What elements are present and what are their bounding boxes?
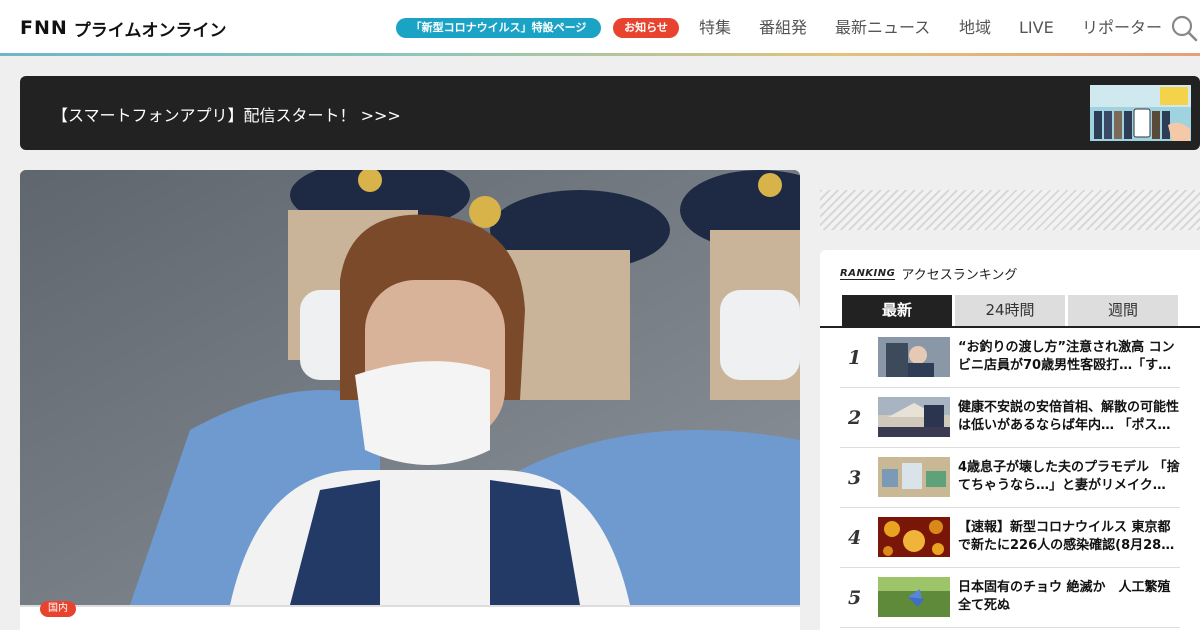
rank-number: 5 <box>848 587 862 609</box>
search-icon[interactable] <box>1170 14 1198 42</box>
app-banner[interactable]: 【スマートフォンアプリ】配信スタート！ >>> <box>20 76 1200 150</box>
rank-thumbnail <box>878 337 950 377</box>
rank-headline: 健康不安説の安倍首相、解散の可能性は低いがあるならば年内… 「ポス… <box>958 400 1180 433</box>
ranking-item[interactable]: 3 4歳息子が壊した夫のプラモデル 「捨てちゃうなら…」と妻がリメイク… <box>840 448 1180 508</box>
ranking-panel: RANKING アクセスランキング 最新 24時間 週間 1 “お釣りの渡し方”… <box>820 250 1200 630</box>
corona-special-link[interactable]: 「新型コロナウイルス」特設ページ <box>396 18 601 38</box>
ranking-item[interactable]: 5 日本固有のチョウ 絶滅か 人工繁殖 全て死ぬ <box>840 568 1180 628</box>
logo-fnn: FNN <box>20 17 68 39</box>
rank-thumbnail <box>878 517 950 557</box>
ranking-tabs: 最新 24時間 週間 <box>842 295 1180 326</box>
hero-caption-area <box>20 605 800 630</box>
tab-weekly[interactable]: 週間 <box>1068 295 1178 326</box>
nav-features[interactable]: 特集 <box>699 18 731 38</box>
ranking-item[interactable]: 4 【速報】新型コロナウイルス 東京都で新たに226人の感染確認(8月28日) <box>840 508 1180 568</box>
rank-number: 2 <box>848 407 862 429</box>
tab-24h[interactable]: 24時間 <box>955 295 1065 326</box>
app-banner-text: 【スマートフォンアプリ】配信スタート！ >>> <box>52 106 401 125</box>
nav-programs[interactable]: 番組発 <box>759 18 807 38</box>
notice-link[interactable]: お知らせ <box>613 18 679 38</box>
ad-placeholder <box>820 190 1200 230</box>
rank-headline: 【速報】新型コロナウイルス 東京都で新たに226人の感染確認(8月28日) <box>958 520 1171 553</box>
app-banner-image <box>1090 85 1191 141</box>
tab-latest[interactable]: 最新 <box>842 295 952 326</box>
ranking-item[interactable]: 2 健康不安説の安倍首相、解散の可能性は低いがあるならば年内… 「ポス… <box>840 388 1180 448</box>
category-tag[interactable]: 国内 <box>40 601 76 617</box>
ranking-title: RANKING アクセスランキング <box>840 264 1017 283</box>
header-gradient-line <box>0 53 1200 56</box>
ranking-item[interactable]: 1 “お釣りの渡し方”注意され激高 コンビニ店員が70歳男性客殴打…「す… <box>840 328 1180 388</box>
nav-region[interactable]: 地域 <box>959 18 991 38</box>
rank-headline: 4歳息子が壊した夫のプラモデル 「捨てちゃうなら…」と妻がリメイク… <box>958 460 1180 493</box>
site-logo[interactable]: FNN プライムオンライン <box>20 17 227 41</box>
ranking-title-text: アクセスランキング <box>901 268 1018 283</box>
rank-number: 3 <box>848 467 862 489</box>
hero-article[interactable]: 国内 <box>20 170 800 630</box>
rank-headline: 日本固有のチョウ 絶滅か 人工繁殖 全て死ぬ <box>958 580 1171 613</box>
site-header: FNN プライムオンライン 「新型コロナウイルス」特設ページ お知らせ 特集 番… <box>0 0 1200 56</box>
ranking-logo: RANKING <box>840 267 896 280</box>
rank-thumbnail <box>878 397 950 437</box>
rank-headline: “お釣りの渡し方”注意され激高 コンビニ店員が70歳男性客殴打…「す… <box>958 340 1175 373</box>
nav-live[interactable]: LIVE <box>1019 18 1054 38</box>
rank-thumbnail <box>878 457 950 497</box>
rank-number: 1 <box>848 347 862 369</box>
hero-photo <box>20 170 800 605</box>
rank-thumbnail <box>878 577 950 617</box>
logo-prime: プライムオンライン <box>73 20 227 41</box>
nav-latest-news[interactable]: 最新ニュース <box>835 18 930 38</box>
nav-reporter[interactable]: リポーター <box>1082 18 1162 38</box>
ranking-list: 1 “お釣りの渡し方”注意され激高 コンビニ店員が70歳男性客殴打…「す… 2 … <box>840 328 1180 628</box>
rank-number: 4 <box>848 527 862 549</box>
